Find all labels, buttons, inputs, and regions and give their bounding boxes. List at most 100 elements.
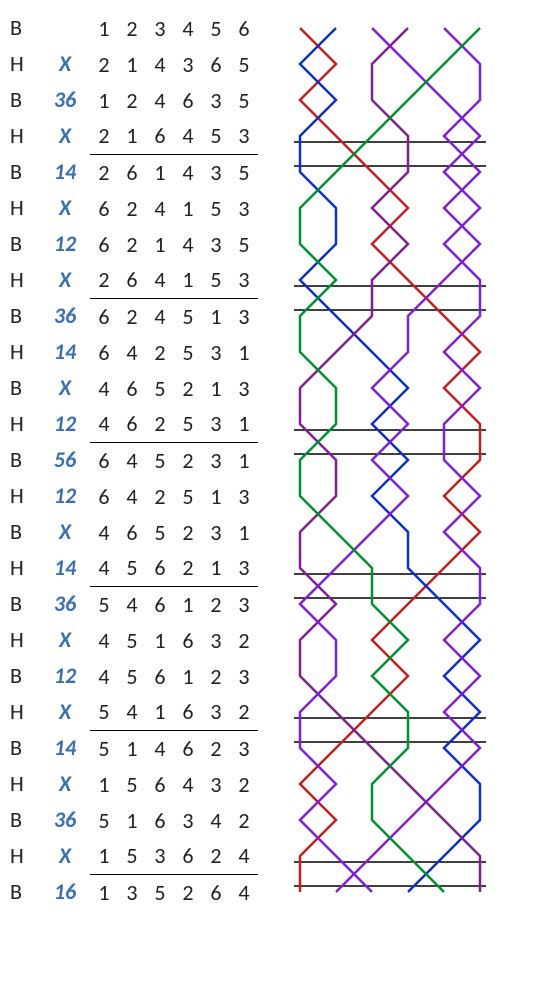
bell-position: 2 (230, 694, 258, 730)
bell-position: 4 (90, 550, 118, 586)
place-notation: 14 (40, 334, 90, 370)
place-notation: 36 (40, 298, 90, 334)
bell-position: 2 (118, 299, 146, 335)
bell-order: 514623 (90, 730, 258, 767)
bell-1-line (300, 28, 480, 892)
method-rows-table: B123456HX214365B36124635HX216453B1426143… (10, 10, 270, 910)
bell-position: 6 (174, 838, 202, 874)
bell-position: 6 (202, 875, 230, 911)
bell-position: 1 (202, 479, 230, 515)
method-row: H12462531 (10, 406, 270, 442)
bell-position: 1 (202, 550, 230, 586)
method-row: HX216453 (10, 118, 270, 154)
bell-position: 3 (174, 47, 202, 83)
bell-5-line (300, 28, 480, 892)
bell-position: 2 (90, 47, 118, 83)
bell-position: 3 (202, 767, 230, 803)
place-notation: 12 (40, 226, 90, 262)
bell-position: 6 (174, 694, 202, 730)
bell-position: 4 (174, 118, 202, 154)
bell-position: 4 (146, 262, 174, 298)
bell-position: 1 (118, 47, 146, 83)
place-notation: 14 (40, 730, 90, 766)
place-notation: X (40, 370, 90, 406)
bell-position: 1 (174, 587, 202, 623)
stroke-label: B (10, 370, 40, 406)
method-row: HX153624 (10, 838, 270, 874)
place-notation: X (40, 622, 90, 658)
stroke-label: B (10, 442, 40, 478)
bell-6-line (300, 28, 480, 892)
place-notation: 12 (40, 406, 90, 442)
bell-order: 156432 (90, 766, 258, 803)
bell-position: 4 (146, 191, 174, 227)
bell-order: 451632 (90, 622, 258, 659)
bell-position: 3 (146, 838, 174, 874)
bell-position: 3 (202, 335, 230, 371)
bell-position: 4 (146, 83, 174, 119)
bell-position: 2 (146, 479, 174, 515)
bell-position: 1 (118, 731, 146, 767)
bell-position: 1 (202, 371, 230, 407)
bell-position: 5 (118, 550, 146, 586)
bell-4-line (300, 28, 480, 892)
bell-position: 5 (174, 406, 202, 442)
bell-position: 1 (202, 299, 230, 335)
method-row: B56645231 (10, 442, 270, 478)
bell-position: 5 (90, 587, 118, 623)
method-row: BX465213 (10, 370, 270, 406)
bell-position: 6 (202, 47, 230, 83)
bell-position: 6 (174, 731, 202, 767)
bell-position: 3 (202, 83, 230, 119)
bell-order: 642531 (90, 334, 258, 371)
method-row: HX624153 (10, 190, 270, 226)
bell-position: 2 (174, 371, 202, 407)
stroke-label: B (10, 154, 40, 190)
stroke-label: B (10, 730, 40, 766)
bell-position: 4 (118, 587, 146, 623)
bell-order: 516342 (90, 802, 258, 839)
bell-order: 124635 (90, 82, 258, 119)
bell-position: 5 (202, 262, 230, 298)
bell-position: 2 (174, 550, 202, 586)
method-row: B123456 (10, 10, 270, 46)
method-row: HX156432 (10, 766, 270, 802)
stroke-label: H (10, 334, 40, 370)
bell-position: 1 (146, 155, 174, 191)
bell-position: 5 (90, 803, 118, 839)
bell-position: 2 (118, 83, 146, 119)
stroke-label: H (10, 694, 40, 730)
bell-position: 5 (174, 479, 202, 515)
bell-position: 3 (202, 694, 230, 730)
stroke-label: B (10, 298, 40, 334)
bell-position: 3 (202, 443, 230, 479)
bell-position: 5 (230, 155, 258, 191)
bell-position: 2 (230, 623, 258, 659)
bell-position: 2 (146, 335, 174, 371)
bell-position: 1 (90, 767, 118, 803)
bell-position: 6 (118, 371, 146, 407)
bell-position: 2 (202, 659, 230, 695)
place-notation: X (40, 766, 90, 802)
stroke-label: H (10, 262, 40, 298)
bell-position: 6 (118, 515, 146, 551)
bell-position: 6 (90, 227, 118, 263)
stroke-label: H (10, 46, 40, 82)
bell-position: 5 (146, 515, 174, 551)
stroke-label: H (10, 118, 40, 154)
bell-position: 5 (174, 299, 202, 335)
method-row: H14642531 (10, 334, 270, 370)
bell-position: 5 (230, 83, 258, 119)
bell-order: 214365 (90, 46, 258, 83)
bell-order: 642513 (90, 478, 258, 515)
place-notation: 16 (40, 874, 90, 910)
bell-position: 3 (230, 550, 258, 586)
stroke-label: B (10, 586, 40, 622)
stroke-label: H (10, 550, 40, 586)
bell-position: 5 (230, 227, 258, 263)
bell-position: 2 (174, 875, 202, 911)
stroke-label: B (10, 10, 40, 46)
method-row: B36546123 (10, 586, 270, 622)
bell-position: 6 (146, 803, 174, 839)
place-notation: 36 (40, 586, 90, 622)
